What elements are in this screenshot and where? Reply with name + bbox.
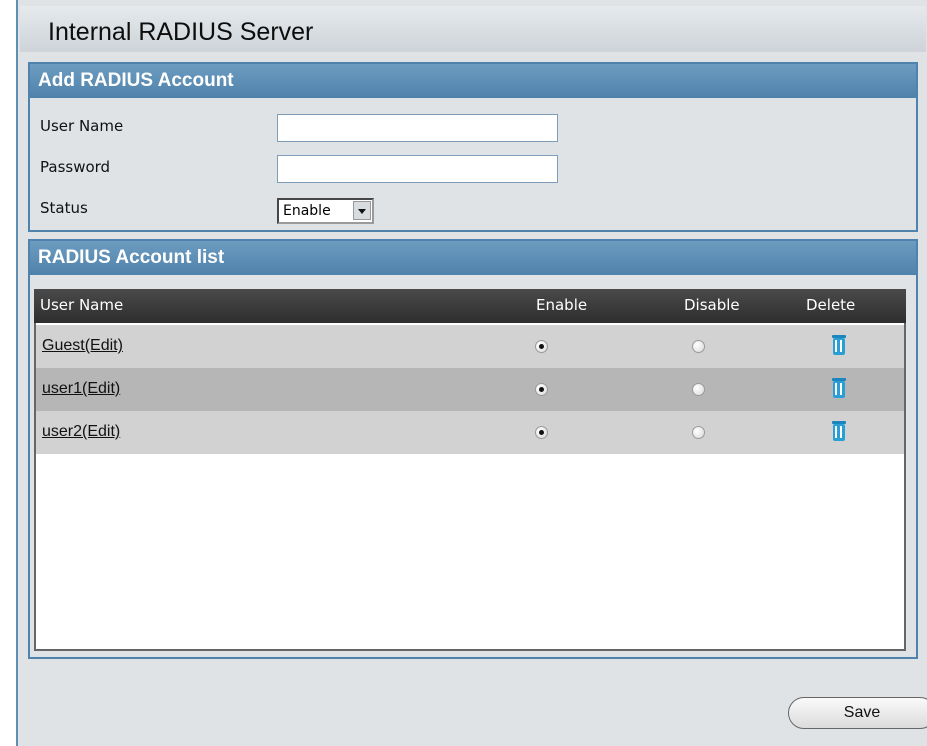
add-account-section-title: Add RADIUS Account xyxy=(30,64,916,98)
enable-radio[interactable] xyxy=(535,426,548,439)
trash-icon[interactable] xyxy=(832,421,846,441)
user-name-input[interactable] xyxy=(277,114,558,142)
status-row: Status Enable xyxy=(40,193,900,225)
column-disable: Disable xyxy=(684,296,740,314)
user-name-label: User Name xyxy=(40,117,124,135)
status-select-value: Enable xyxy=(283,203,331,219)
disable-radio[interactable] xyxy=(692,340,705,353)
page-title: Internal RADIUS Server xyxy=(48,18,314,46)
column-enable: Enable xyxy=(536,296,588,314)
enable-radio[interactable] xyxy=(535,340,548,353)
disable-radio[interactable] xyxy=(692,426,705,439)
user-name-row: User Name xyxy=(40,111,900,143)
password-row: Password xyxy=(40,152,900,184)
table-row: user2(Edit) xyxy=(36,411,904,454)
table-row: Guest(Edit) xyxy=(36,325,904,368)
status-label: Status xyxy=(40,199,88,217)
enable-radio[interactable] xyxy=(535,383,548,396)
password-input[interactable] xyxy=(277,155,558,183)
edit-user2-link[interactable]: user2(Edit) xyxy=(42,423,120,441)
account-list-section-title: RADIUS Account list xyxy=(30,241,916,275)
trash-icon[interactable] xyxy=(832,378,846,398)
content-panel: Internal RADIUS Server Add RADIUS Accoun… xyxy=(16,0,927,746)
save-button[interactable]: Save xyxy=(788,697,927,729)
column-delete: Delete xyxy=(806,296,856,314)
trash-icon[interactable] xyxy=(832,335,846,355)
edit-user1-link[interactable]: user1(Edit) xyxy=(42,380,120,398)
table-row: user1(Edit) xyxy=(36,368,904,411)
password-label: Password xyxy=(40,158,111,176)
add-account-section: Add RADIUS Account User Name Password St… xyxy=(28,62,918,232)
account-list-section: RADIUS Account list User Name Enable Dis… xyxy=(28,239,918,659)
column-user-name: User Name xyxy=(40,296,124,314)
edit-guest-link[interactable]: Guest(Edit) xyxy=(42,337,123,355)
chevron-down-icon[interactable] xyxy=(353,201,371,220)
account-table-header: User Name Enable Disable Delete xyxy=(34,289,906,323)
page-header: Internal RADIUS Server xyxy=(20,6,926,52)
disable-radio[interactable] xyxy=(692,383,705,396)
status-select[interactable]: Enable xyxy=(277,198,374,224)
